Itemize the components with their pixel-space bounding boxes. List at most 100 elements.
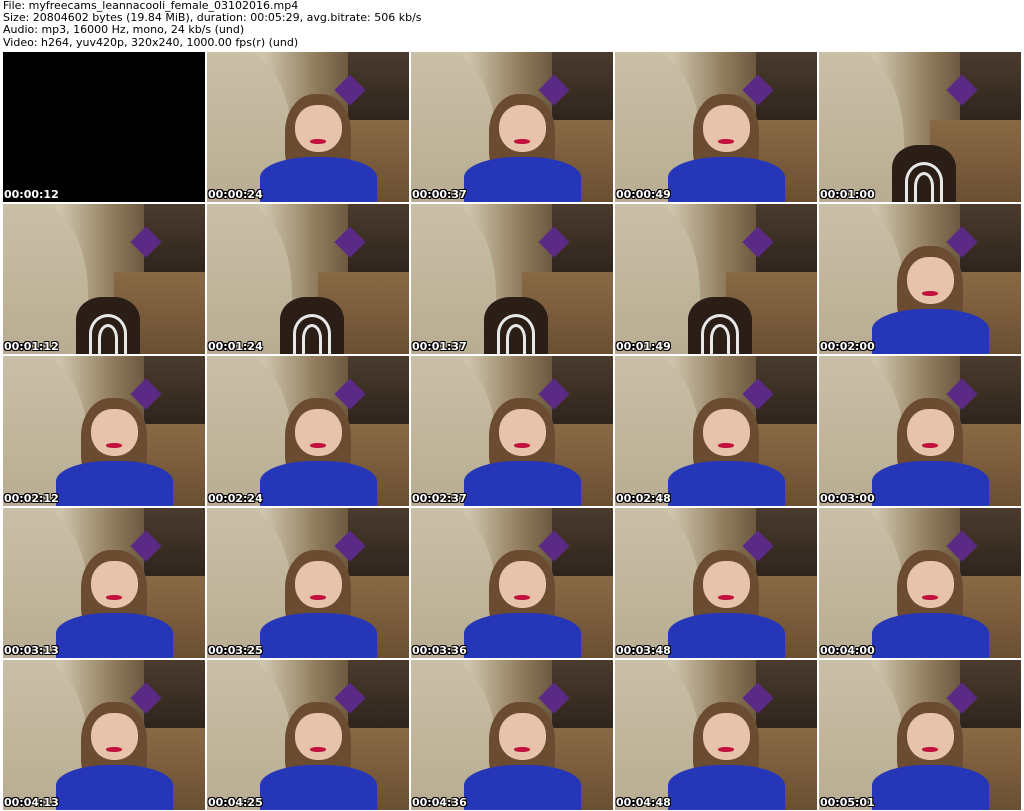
thumbnail-person: [259, 550, 377, 658]
video-thumbnail: 00:03:36: [411, 508, 613, 658]
thumbnail-person: [463, 550, 581, 658]
video-thumbnail: 00:02:00: [819, 204, 1021, 354]
thumbnail-timestamp: 00:03:48: [616, 644, 671, 657]
person-body: [667, 460, 785, 506]
person-body: [667, 612, 785, 658]
person-body: [259, 612, 377, 658]
video-thumbnail: 00:01:49: [615, 204, 817, 354]
thumbnail-person: [871, 702, 989, 810]
person-lips: [717, 595, 735, 600]
thumbnail-person: [259, 702, 377, 810]
thumbnail-timestamp: 00:00:12: [4, 188, 59, 201]
person-face: [702, 712, 750, 761]
video-thumbnail: 00:01:12: [3, 204, 205, 354]
person-face: [906, 712, 954, 761]
thumbnail-timestamp: 00:03:36: [412, 644, 467, 657]
person-body: [871, 764, 989, 810]
thumbnail-timestamp: 00:01:24: [208, 340, 263, 353]
video-thumbnail: 00:04:36: [411, 660, 613, 810]
thumbnail-timestamp: 00:03:13: [4, 644, 59, 657]
thumbnail-timestamp: 00:03:25: [208, 644, 263, 657]
thumbnail-person: [667, 94, 785, 202]
person-body: [463, 460, 581, 506]
thumbnail-timestamp: 00:00:49: [616, 188, 671, 201]
person-lips: [717, 139, 735, 144]
chair-hoop2: [505, 324, 527, 354]
person-face: [498, 560, 546, 609]
person-face: [90, 712, 138, 761]
chair-hoop2: [709, 324, 731, 354]
thumbnail-person: [871, 398, 989, 506]
thumbnail-timestamp: 00:05:01: [820, 796, 875, 809]
thumbnail-timestamp: 00:02:24: [208, 492, 263, 505]
video-thumbnail: 00:03:25: [207, 508, 409, 658]
person-face: [294, 560, 342, 609]
video-thumbnail: 00:00:37: [411, 52, 613, 202]
thumbnail-person: [463, 94, 581, 202]
person-body: [55, 612, 173, 658]
person-body: [463, 764, 581, 810]
video-thumbnail: 00:03:48: [615, 508, 817, 658]
thumbnail-person: [871, 246, 989, 354]
thumbnail-timestamp: 00:01:12: [4, 340, 59, 353]
video-thumbnail: 00:04:25: [207, 660, 409, 810]
thumbnail-person: [259, 94, 377, 202]
thumbnail-timestamp: 00:04:36: [412, 796, 467, 809]
person-lips: [309, 443, 327, 448]
thumbnail-timestamp: 00:03:00: [820, 492, 875, 505]
video-thumbnail: 00:05:01: [819, 660, 1021, 810]
person-lips: [309, 139, 327, 144]
video-thumbnail: 00:03:13: [3, 508, 205, 658]
person-body: [55, 460, 173, 506]
person-lips: [105, 747, 123, 752]
thumbnail-person: [55, 702, 173, 810]
thumbnail-chair: [891, 145, 957, 202]
person-body: [667, 764, 785, 810]
person-face: [294, 104, 342, 153]
thumbnail-timestamp: 00:01:00: [820, 188, 875, 201]
thumbnail-person: [667, 398, 785, 506]
person-body: [259, 460, 377, 506]
chair-hoop2: [913, 172, 935, 202]
video-thumbnail: 00:00:24: [207, 52, 409, 202]
thumbnail-chair: [75, 297, 141, 354]
person-lips: [921, 595, 939, 600]
thumbnail-timestamp: 00:02:12: [4, 492, 59, 505]
thumbnail-timestamp: 00:04:25: [208, 796, 263, 809]
person-lips: [309, 747, 327, 752]
person-body: [667, 156, 785, 202]
thumbnail-timestamp: 00:02:00: [820, 340, 875, 353]
person-face: [702, 104, 750, 153]
video-thumbnail: 00:03:00: [819, 356, 1021, 506]
person-face: [498, 104, 546, 153]
person-lips: [513, 443, 531, 448]
video-thumbnail: 00:02:12: [3, 356, 205, 506]
person-body: [871, 308, 989, 354]
video-thumbnail: 00:04:13: [3, 660, 205, 810]
thumbnail-timestamp: 00:01:37: [412, 340, 467, 353]
person-body: [463, 612, 581, 658]
video-thumbnail: 00:01:00: [819, 52, 1021, 202]
thumbnail-timestamp: 00:00:37: [412, 188, 467, 201]
thumbnail-timestamp: 00:02:37: [412, 492, 467, 505]
person-body: [871, 460, 989, 506]
thumbnail-chair: [687, 297, 753, 354]
thumbnail-person: [667, 550, 785, 658]
person-lips: [105, 595, 123, 600]
thumbnail-timestamp: 00:00:24: [208, 188, 263, 201]
person-lips: [513, 139, 531, 144]
person-lips: [921, 291, 939, 296]
thumbnail-person: [463, 702, 581, 810]
thumbnail-timestamp: 00:02:48: [616, 492, 671, 505]
thumbnail-timestamp: 00:04:00: [820, 644, 875, 657]
person-face: [702, 408, 750, 457]
thumbnail-person: [55, 398, 173, 506]
person-lips: [309, 595, 327, 600]
person-body: [871, 612, 989, 658]
person-lips: [921, 747, 939, 752]
thumbnail-timestamp: 00:01:49: [616, 340, 671, 353]
video-thumbnail: 00:01:24: [207, 204, 409, 354]
person-lips: [717, 443, 735, 448]
chair-hoop2: [301, 324, 323, 354]
thumbnail-person: [871, 550, 989, 658]
